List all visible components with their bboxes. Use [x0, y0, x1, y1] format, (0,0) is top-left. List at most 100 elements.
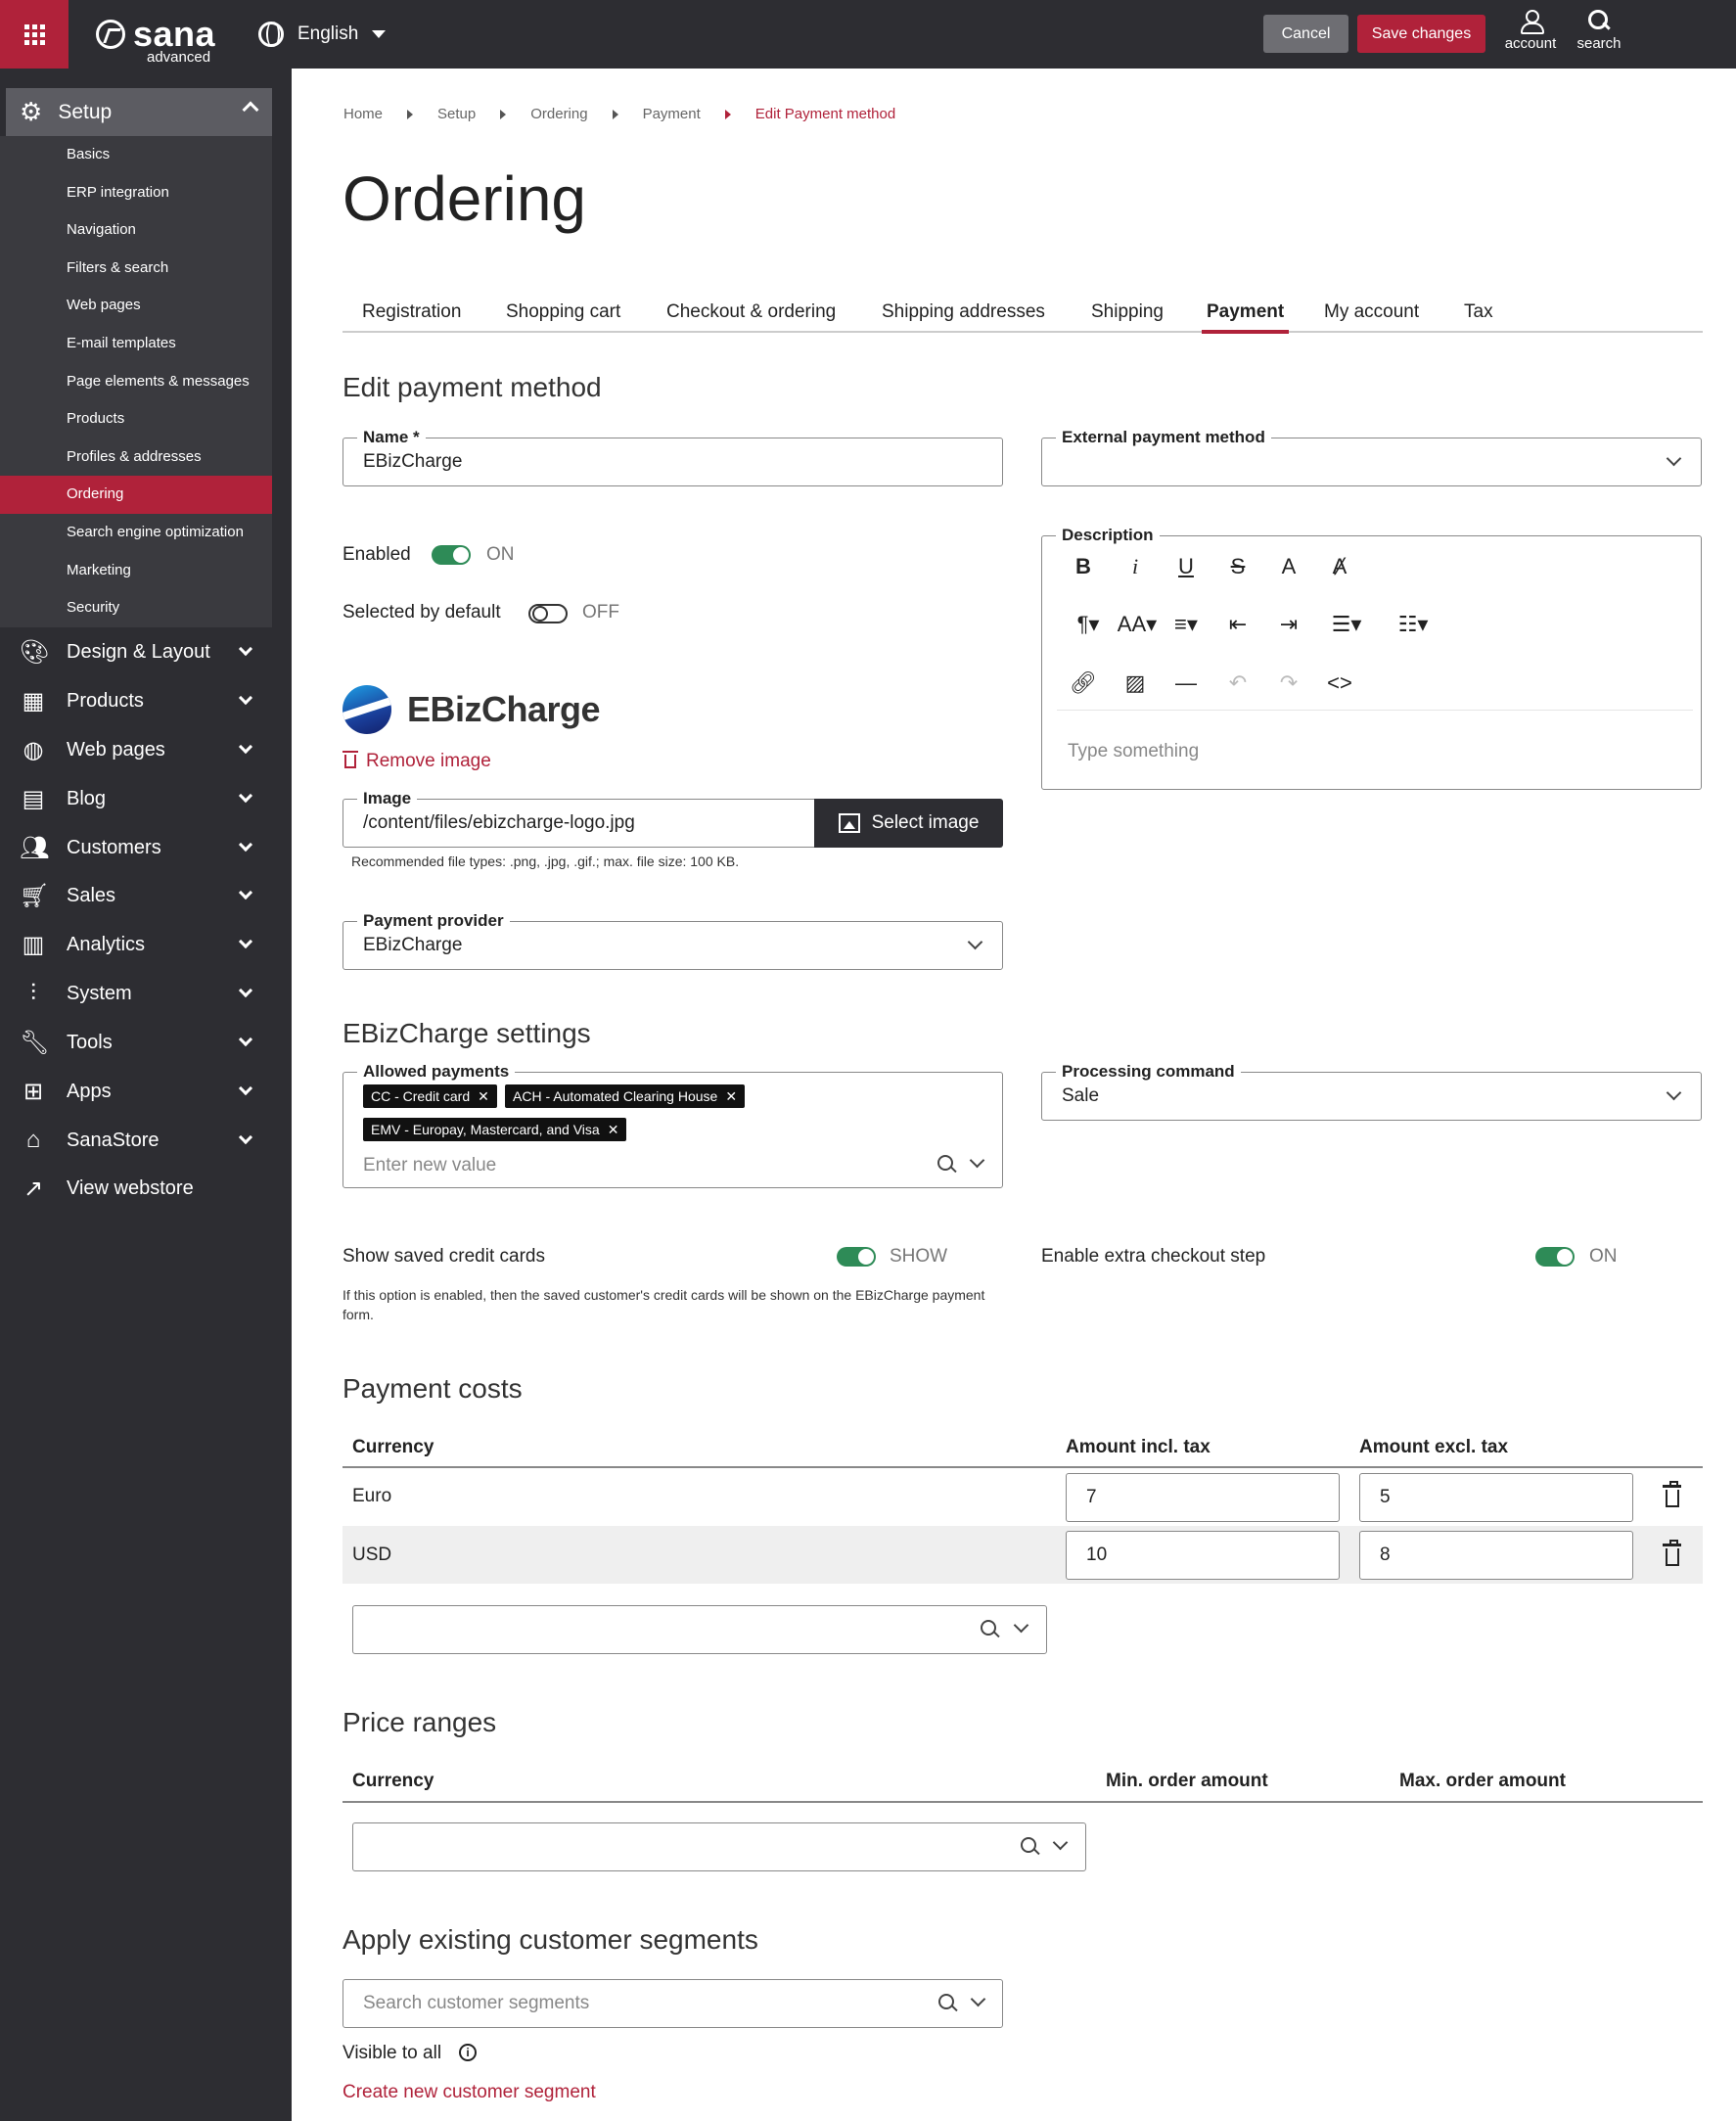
sidebar-item-navigation[interactable]: Navigation	[0, 211, 272, 250]
allowed-payments-input[interactable]: Enter new value	[363, 1155, 496, 1176]
info-icon[interactable]: i	[459, 2044, 477, 2061]
sidebar-item-profiles-addresses[interactable]: Profiles & addresses	[0, 438, 272, 477]
sidebar-item-blog[interactable]: ▤ Blog	[0, 774, 272, 823]
tab-shipping-addresses[interactable]: Shipping addresses	[882, 301, 1045, 323]
amount-incl-tax-input[interactable]: 7	[1066, 1473, 1340, 1522]
language-selector[interactable]: English	[258, 20, 387, 49]
description-input[interactable]: Type something	[1068, 741, 1199, 762]
font-size-icon[interactable]: AA▾	[1116, 610, 1159, 639]
external-payment-method-dropdown[interactable]: External payment method	[1041, 428, 1702, 486]
tab-registration[interactable]: Registration	[362, 301, 461, 323]
processing-command-dropdown[interactable]: Processing command Sale	[1041, 1062, 1702, 1121]
sidebar-item-marketing[interactable]: Marketing	[0, 552, 272, 590]
delete-row-icon[interactable]	[1663, 1481, 1681, 1507]
text-color-icon[interactable]: A	[1274, 552, 1303, 581]
tab-my-account[interactable]: My account	[1324, 301, 1419, 323]
sidebar-item-products[interactable]: Products	[0, 400, 272, 438]
italic-icon[interactable]: i	[1120, 552, 1150, 581]
sidebar-item-tools[interactable]: 🔧︎ Tools	[0, 1018, 272, 1067]
add-currency-combobox[interactable]	[352, 1605, 1047, 1654]
sidebar-item-filters-search[interactable]: Filters & search	[0, 250, 272, 288]
ordered-list-icon[interactable]: ☰▾	[1325, 610, 1368, 639]
redo-icon[interactable]: ↷	[1274, 669, 1303, 698]
sidebar-item-seo[interactable]: Search engine optimization	[0, 514, 272, 552]
sidebar-item-security[interactable]: Security	[0, 589, 272, 627]
breadcrumb-payment[interactable]: Payment	[643, 106, 701, 122]
close-icon[interactable]: ✕	[725, 1088, 737, 1104]
sidebar-item-label: Sales	[67, 884, 116, 906]
payment-provider-value: EBizCharge	[363, 935, 463, 955]
tab-payment[interactable]: Payment	[1201, 301, 1290, 334]
allowed-payment-tag[interactable]: EMV - Europay, Mastercard, and Visa ✕	[363, 1118, 627, 1141]
sidebar-item-email-templates[interactable]: E-mail templates	[0, 325, 272, 363]
insert-image-icon[interactable]: ▨	[1120, 669, 1150, 698]
chevron-down-icon	[238, 788, 253, 804]
sidebar-item-erp-integration[interactable]: ERP integration	[0, 174, 272, 212]
sidebar-item-analytics[interactable]: ▥ Analytics	[0, 920, 272, 969]
sidebar-item-design-layout[interactable]: 🎨︎ Design & Layout	[0, 627, 272, 676]
sidebar-item-customers[interactable]: 👥︎ Customers	[0, 823, 272, 872]
customer-segments-search[interactable]: Search customer segments	[343, 1979, 1003, 2028]
close-icon[interactable]: ✕	[478, 1088, 489, 1104]
allowed-payment-tag[interactable]: ACH - Automated Clearing House ✕	[505, 1084, 746, 1108]
undo-icon[interactable]: ↶	[1223, 669, 1253, 698]
tab-shopping-cart[interactable]: Shopping cart	[506, 301, 620, 323]
link-icon[interactable]: 🔗︎	[1069, 669, 1098, 698]
breadcrumb-setup[interactable]: Setup	[437, 106, 476, 122]
close-icon[interactable]: ✕	[608, 1122, 619, 1137]
image-path-field[interactable]: Image /content/files/ebizcharge-logo.jpg	[343, 789, 816, 848]
external-payment-method-label: External payment method	[1056, 428, 1271, 447]
amount-excl-tax-input[interactable]: 8	[1359, 1531, 1633, 1580]
enabled-toggle[interactable]	[432, 545, 471, 565]
amount-excl-tax-input[interactable]: 5	[1359, 1473, 1633, 1522]
sidebar-item-sales[interactable]: 🛒︎ Sales	[0, 871, 272, 920]
bold-icon[interactable]: B	[1069, 552, 1098, 581]
underline-icon[interactable]: U	[1171, 552, 1201, 581]
strikethrough-icon[interactable]: S	[1223, 552, 1253, 581]
chevron-down-icon	[238, 739, 253, 755]
indent-icon[interactable]: ⇥	[1274, 610, 1303, 639]
sidebar-section-setup[interactable]: ⚙ Setup	[6, 88, 272, 136]
sidebar-item-sanastore[interactable]: ⌂ SanaStore	[0, 1116, 272, 1165]
save-changes-button[interactable]: Save changes	[1357, 15, 1485, 53]
allowed-payment-tag[interactable]: CC - Credit card ✕	[363, 1084, 497, 1108]
add-price-range-currency-combobox[interactable]	[352, 1822, 1086, 1871]
unordered-list-icon[interactable]: ☷▾	[1392, 610, 1435, 639]
name-field[interactable]: Name * EBizCharge	[343, 428, 1003, 486]
payment-provider-dropdown[interactable]: Payment provider EBizCharge	[343, 911, 1003, 970]
sidebar-item-web-pages[interactable]: Web pages	[0, 287, 272, 325]
account-button[interactable]: account	[1496, 10, 1565, 61]
sidebar-item-products-main[interactable]: ▦ Products	[0, 676, 272, 725]
tab-tax[interactable]: Tax	[1464, 301, 1493, 323]
sidebar-item-ordering[interactable]: Ordering	[0, 476, 272, 514]
cancel-button[interactable]: Cancel	[1263, 15, 1348, 53]
align-icon[interactable]: ≡▾	[1166, 610, 1206, 639]
sidebar-item-page-elements[interactable]: Page elements & messages	[0, 363, 272, 401]
sidebar-item-apps[interactable]: ⊞ Apps	[0, 1067, 272, 1116]
sidebar-item-system[interactable]: ⫶ System	[0, 969, 272, 1018]
search-button[interactable]: search	[1565, 10, 1633, 61]
app-launcher-button[interactable]	[0, 0, 69, 69]
create-customer-segment-link[interactable]: Create new customer segment	[343, 2082, 596, 2103]
breadcrumb-ordering[interactable]: Ordering	[530, 106, 587, 122]
clear-format-icon[interactable]: Ⱥ	[1325, 552, 1354, 581]
extra-checkout-step-toggle[interactable]	[1535, 1247, 1575, 1267]
remove-image-link[interactable]: Remove image	[343, 751, 491, 772]
horizontal-rule-icon[interactable]: —	[1171, 669, 1201, 698]
show-saved-cards-toggle[interactable]	[837, 1247, 876, 1267]
sidebar-item-view-webstore[interactable]: ↗ View webstore	[0, 1164, 272, 1213]
select-image-button[interactable]: Select image	[814, 799, 1003, 848]
amount-incl-tax-input[interactable]: 10	[1066, 1531, 1340, 1580]
sidebar-item-web-pages-main[interactable]: ◍ Web pages	[0, 725, 272, 774]
tab-shipping[interactable]: Shipping	[1091, 301, 1164, 323]
selected-by-default-toggle[interactable]	[528, 604, 568, 623]
sidebar-item-basics[interactable]: Basics	[0, 136, 272, 174]
breadcrumb-home[interactable]: Home	[343, 106, 383, 122]
tab-checkout-ordering[interactable]: Checkout & ordering	[666, 301, 836, 323]
paragraph-format-icon[interactable]: ¶▾	[1069, 610, 1108, 639]
delete-row-icon[interactable]	[1663, 1540, 1681, 1566]
logo-subtitle: advanced	[147, 49, 211, 66]
code-view-icon[interactable]: <>	[1325, 669, 1354, 698]
outdent-icon[interactable]: ⇤	[1223, 610, 1253, 639]
column-min-order-amount: Min. order amount	[1106, 1771, 1268, 1791]
